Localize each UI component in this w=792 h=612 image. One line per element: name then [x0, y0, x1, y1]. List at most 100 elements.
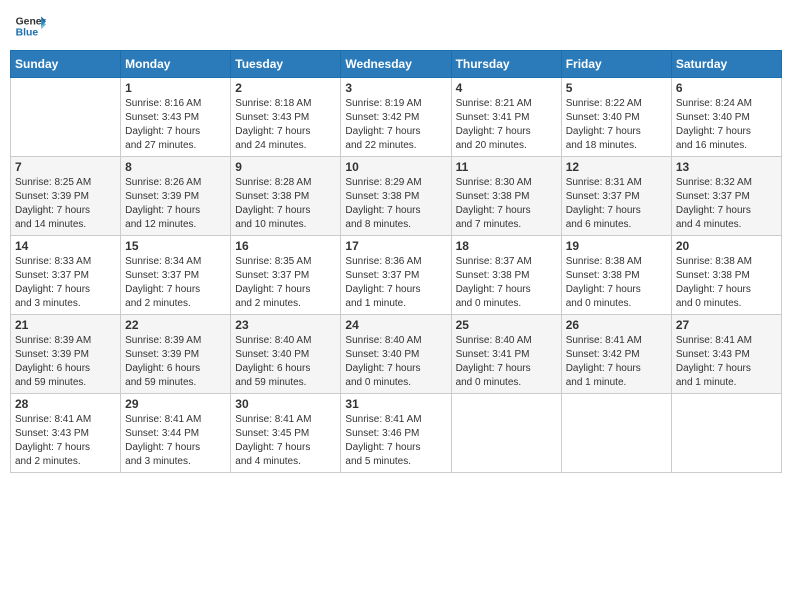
calendar-cell: 22Sunrise: 8:39 AM Sunset: 3:39 PM Dayli… — [121, 315, 231, 394]
calendar-cell: 2Sunrise: 8:18 AM Sunset: 3:43 PM Daylig… — [231, 78, 341, 157]
day-number: 27 — [676, 318, 777, 332]
day-number: 14 — [15, 239, 116, 253]
calendar-cell: 27 Sunrise: 8:41 AM Sunset: 3:43 PM Dayli… — [671, 315, 781, 394]
calendar-cell: 9 Sunrise: 8:28 AM Sunset: 3:38 PM Daylig… — [231, 157, 341, 236]
day-number: 30 — [235, 397, 336, 411]
logo: General Blue — [14, 10, 48, 42]
day-info: Sunrise: 8:40 AM Sunset: 3:41 PM Dayligh… — [456, 334, 557, 390]
day-number: 24 — [345, 318, 446, 332]
day-info: Sunrise: 8:41 AM Sunset: 3:43 PM Dayligh… — [676, 334, 777, 390]
weekday-header: Sunday — [11, 51, 121, 78]
calendar-cell: 18 Sunrise: 8:37 AM Sunset: 3:38 PM Dayli… — [451, 236, 561, 315]
day-info: Sunrise: 8:24 AM Sunset: 3:40 PM Dayligh… — [676, 97, 777, 153]
day-info: Sunrise: 8:41 AM Sunset: 3:42 PM Dayligh… — [566, 334, 667, 390]
calendar-cell: 21Sunrise: 8:39 AM Sunset: 3:39 PM Dayli… — [11, 315, 121, 394]
calendar-week-row: 14 Sunrise: 8:33 AM Sunset: 3:37 PM Dayli… — [11, 236, 782, 315]
day-info: Sunrise: 8:33 AM Sunset: 3:37 PM Dayligh… — [15, 255, 116, 311]
calendar-cell — [451, 394, 561, 473]
calendar-cell: 13Sunrise: 8:32 AM Sunset: 3:37 PM Dayli… — [671, 157, 781, 236]
weekday-header: Tuesday — [231, 51, 341, 78]
calendar-cell: 5 Sunrise: 8:22 AM Sunset: 3:40 PM Daylig… — [561, 78, 671, 157]
day-info: Sunrise: 8:38 AM Sunset: 3:38 PM Dayligh… — [676, 255, 777, 311]
day-info: Sunrise: 8:29 AM Sunset: 3:38 PM Dayligh… — [345, 176, 446, 232]
day-info: Sunrise: 8:38 AM Sunset: 3:38 PM Dayligh… — [566, 255, 667, 311]
calendar-cell — [11, 78, 121, 157]
weekday-header: Friday — [561, 51, 671, 78]
logo-icon: General Blue — [14, 10, 46, 42]
calendar-cell: 1Sunrise: 8:16 AM Sunset: 3:43 PM Daylig… — [121, 78, 231, 157]
calendar-cell — [561, 394, 671, 473]
calendar-table: SundayMondayTuesdayWednesdayThursdayFrid… — [10, 50, 782, 473]
calendar-cell: 7 Sunrise: 8:25 AM Sunset: 3:39 PM Daylig… — [11, 157, 121, 236]
day-info: Sunrise: 8:35 AM Sunset: 3:37 PM Dayligh… — [235, 255, 336, 311]
calendar-cell: 6 Sunrise: 8:24 AM Sunset: 3:40 PM Daylig… — [671, 78, 781, 157]
day-info: Sunrise: 8:41 AM Sunset: 3:44 PM Dayligh… — [125, 413, 226, 469]
day-info: Sunrise: 8:40 AM Sunset: 3:40 PM Dayligh… — [345, 334, 446, 390]
day-number: 21 — [15, 318, 116, 332]
day-number: 5 — [566, 81, 667, 95]
day-number: 23 — [235, 318, 336, 332]
day-number: 31 — [345, 397, 446, 411]
day-info: Sunrise: 8:40 AM Sunset: 3:40 PM Dayligh… — [235, 334, 336, 390]
calendar-cell: 30 Sunrise: 8:41 AM Sunset: 3:45 PM Dayli… — [231, 394, 341, 473]
calendar-cell: 16 Sunrise: 8:35 AM Sunset: 3:37 PM Dayli… — [231, 236, 341, 315]
day-info: Sunrise: 8:41 AM Sunset: 3:45 PM Dayligh… — [235, 413, 336, 469]
day-number: 11 — [456, 160, 557, 174]
day-number: 3 — [345, 81, 446, 95]
day-number: 7 — [15, 160, 116, 174]
day-info: Sunrise: 8:28 AM Sunset: 3:38 PM Dayligh… — [235, 176, 336, 232]
day-number: 15 — [125, 239, 226, 253]
day-info: Sunrise: 8:19 AM Sunset: 3:42 PM Dayligh… — [345, 97, 446, 153]
calendar-week-row: 1Sunrise: 8:16 AM Sunset: 3:43 PM Daylig… — [11, 78, 782, 157]
calendar-cell: 8 Sunrise: 8:26 AM Sunset: 3:39 PM Daylig… — [121, 157, 231, 236]
day-number: 4 — [456, 81, 557, 95]
day-number: 8 — [125, 160, 226, 174]
day-number: 18 — [456, 239, 557, 253]
calendar-week-row: 21Sunrise: 8:39 AM Sunset: 3:39 PM Dayli… — [11, 315, 782, 394]
day-number: 19 — [566, 239, 667, 253]
day-info: Sunrise: 8:30 AM Sunset: 3:38 PM Dayligh… — [456, 176, 557, 232]
day-number: 16 — [235, 239, 336, 253]
calendar-week-row: 7 Sunrise: 8:25 AM Sunset: 3:39 PM Daylig… — [11, 157, 782, 236]
calendar-cell: 17Sunrise: 8:36 AM Sunset: 3:37 PM Dayli… — [341, 236, 451, 315]
day-info: Sunrise: 8:16 AM Sunset: 3:43 PM Dayligh… — [125, 97, 226, 153]
calendar-cell: 25 Sunrise: 8:40 AM Sunset: 3:41 PM Dayli… — [451, 315, 561, 394]
day-number: 28 — [15, 397, 116, 411]
day-info: Sunrise: 8:41 AM Sunset: 3:46 PM Dayligh… — [345, 413, 446, 469]
day-number: 9 — [235, 160, 336, 174]
calendar-cell: 20 Sunrise: 8:38 AM Sunset: 3:38 PM Dayli… — [671, 236, 781, 315]
calendar-week-row: 28 Sunrise: 8:41 AM Sunset: 3:43 PM Dayli… — [11, 394, 782, 473]
day-number: 25 — [456, 318, 557, 332]
calendar-cell: 24 Sunrise: 8:40 AM Sunset: 3:40 PM Dayli… — [341, 315, 451, 394]
day-info: Sunrise: 8:31 AM Sunset: 3:37 PM Dayligh… — [566, 176, 667, 232]
day-info: Sunrise: 8:25 AM Sunset: 3:39 PM Dayligh… — [15, 176, 116, 232]
weekday-header: Saturday — [671, 51, 781, 78]
calendar-cell: 28 Sunrise: 8:41 AM Sunset: 3:43 PM Dayli… — [11, 394, 121, 473]
day-info: Sunrise: 8:21 AM Sunset: 3:41 PM Dayligh… — [456, 97, 557, 153]
calendar-cell: 10Sunrise: 8:29 AM Sunset: 3:38 PM Dayli… — [341, 157, 451, 236]
calendar-cell: 15 Sunrise: 8:34 AM Sunset: 3:37 PM Dayli… — [121, 236, 231, 315]
weekday-header: Monday — [121, 51, 231, 78]
page-header: General Blue — [10, 10, 782, 42]
weekday-header-row: SundayMondayTuesdayWednesdayThursdayFrid… — [11, 51, 782, 78]
day-info: Sunrise: 8:36 AM Sunset: 3:37 PM Dayligh… — [345, 255, 446, 311]
calendar-cell — [671, 394, 781, 473]
day-number: 13 — [676, 160, 777, 174]
weekday-header: Wednesday — [341, 51, 451, 78]
day-number: 29 — [125, 397, 226, 411]
day-number: 12 — [566, 160, 667, 174]
calendar-cell: 11 Sunrise: 8:30 AM Sunset: 3:38 PM Dayli… — [451, 157, 561, 236]
day-info: Sunrise: 8:26 AM Sunset: 3:39 PM Dayligh… — [125, 176, 226, 232]
day-number: 20 — [676, 239, 777, 253]
day-number: 6 — [676, 81, 777, 95]
day-number: 22 — [125, 318, 226, 332]
calendar-cell: 3 Sunrise: 8:19 AM Sunset: 3:42 PM Daylig… — [341, 78, 451, 157]
day-info: Sunrise: 8:34 AM Sunset: 3:37 PM Dayligh… — [125, 255, 226, 311]
day-info: Sunrise: 8:37 AM Sunset: 3:38 PM Dayligh… — [456, 255, 557, 311]
day-info: Sunrise: 8:41 AM Sunset: 3:43 PM Dayligh… — [15, 413, 116, 469]
calendar-cell: 4 Sunrise: 8:21 AM Sunset: 3:41 PM Daylig… — [451, 78, 561, 157]
day-number: 26 — [566, 318, 667, 332]
day-info: Sunrise: 8:22 AM Sunset: 3:40 PM Dayligh… — [566, 97, 667, 153]
calendar-cell: 12 Sunrise: 8:31 AM Sunset: 3:37 PM Dayli… — [561, 157, 671, 236]
day-number: 2 — [235, 81, 336, 95]
